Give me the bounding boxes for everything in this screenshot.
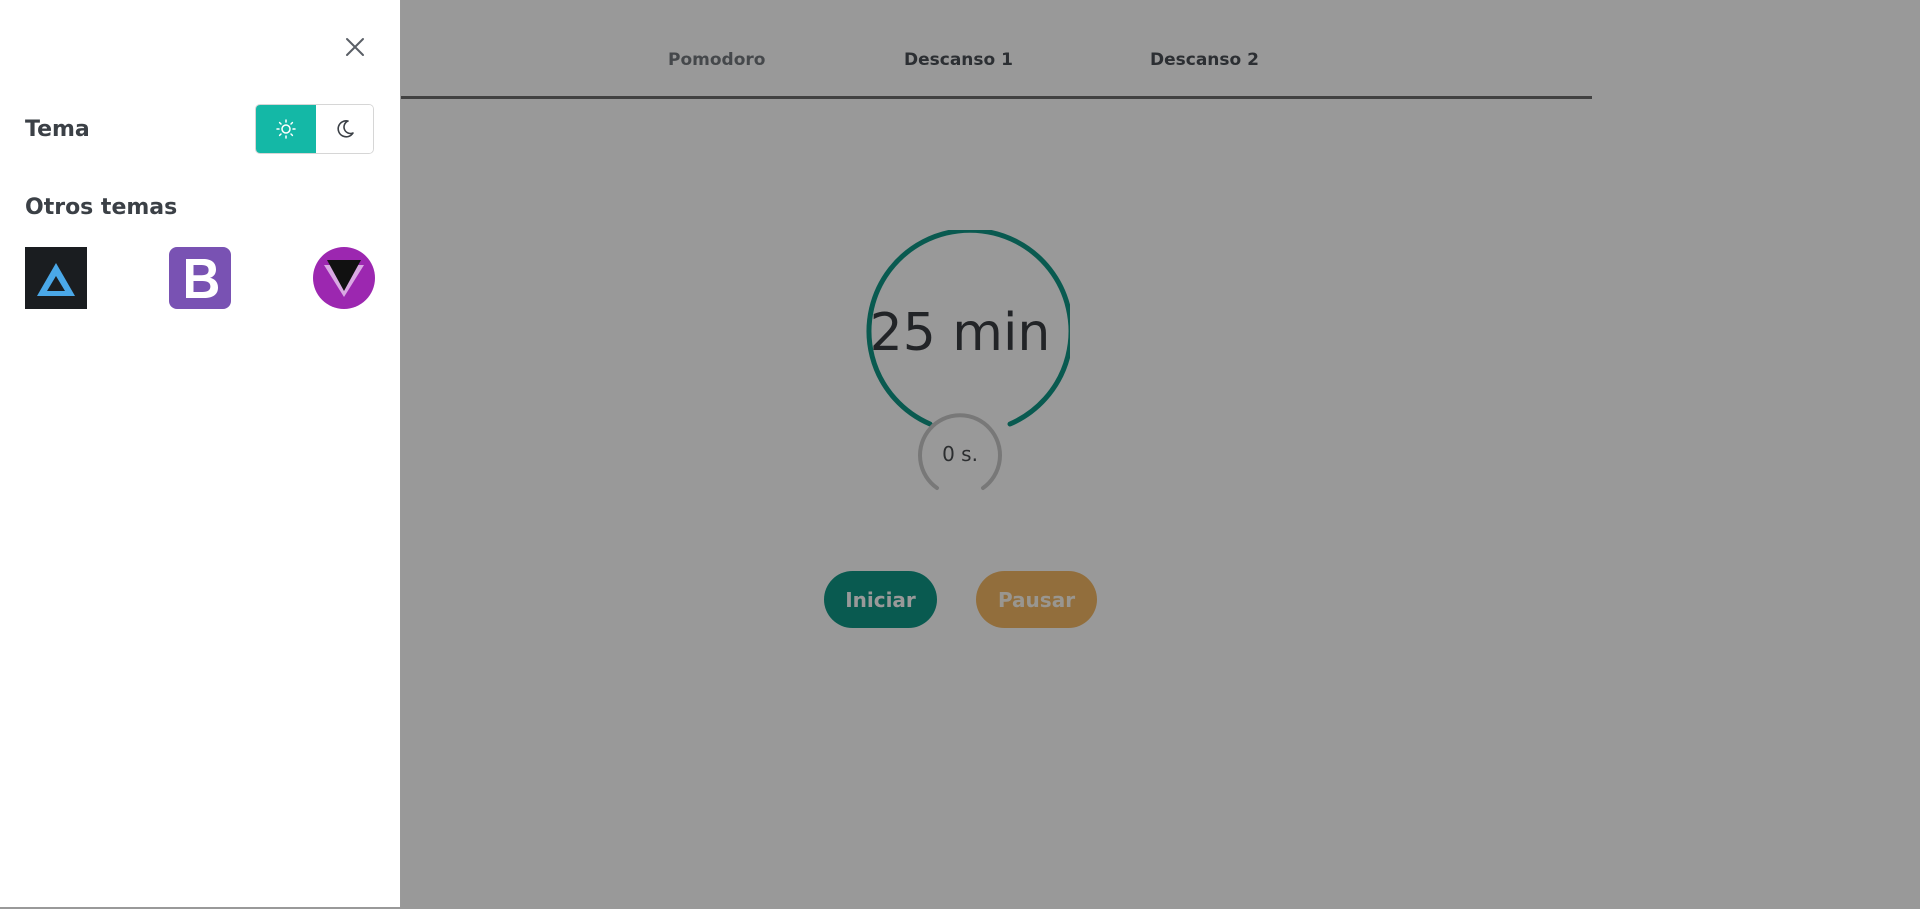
close-button[interactable] (341, 33, 369, 61)
dark-mode-button[interactable] (316, 105, 373, 153)
theme-label: Tema (25, 117, 90, 142)
light-mode-button[interactable] (256, 105, 316, 153)
vuetify-theme-icon[interactable] (313, 247, 375, 309)
other-themes-label: Otros temas (25, 195, 178, 220)
theme-mode-toggle (255, 104, 374, 154)
bootstrap-theme-icon[interactable] (169, 247, 231, 309)
moon-icon (336, 120, 354, 138)
sun-icon (276, 119, 296, 139)
settings-panel: Tema Otros temas (0, 0, 401, 907)
arwes-theme-icon[interactable] (25, 247, 87, 309)
close-icon (346, 38, 364, 56)
